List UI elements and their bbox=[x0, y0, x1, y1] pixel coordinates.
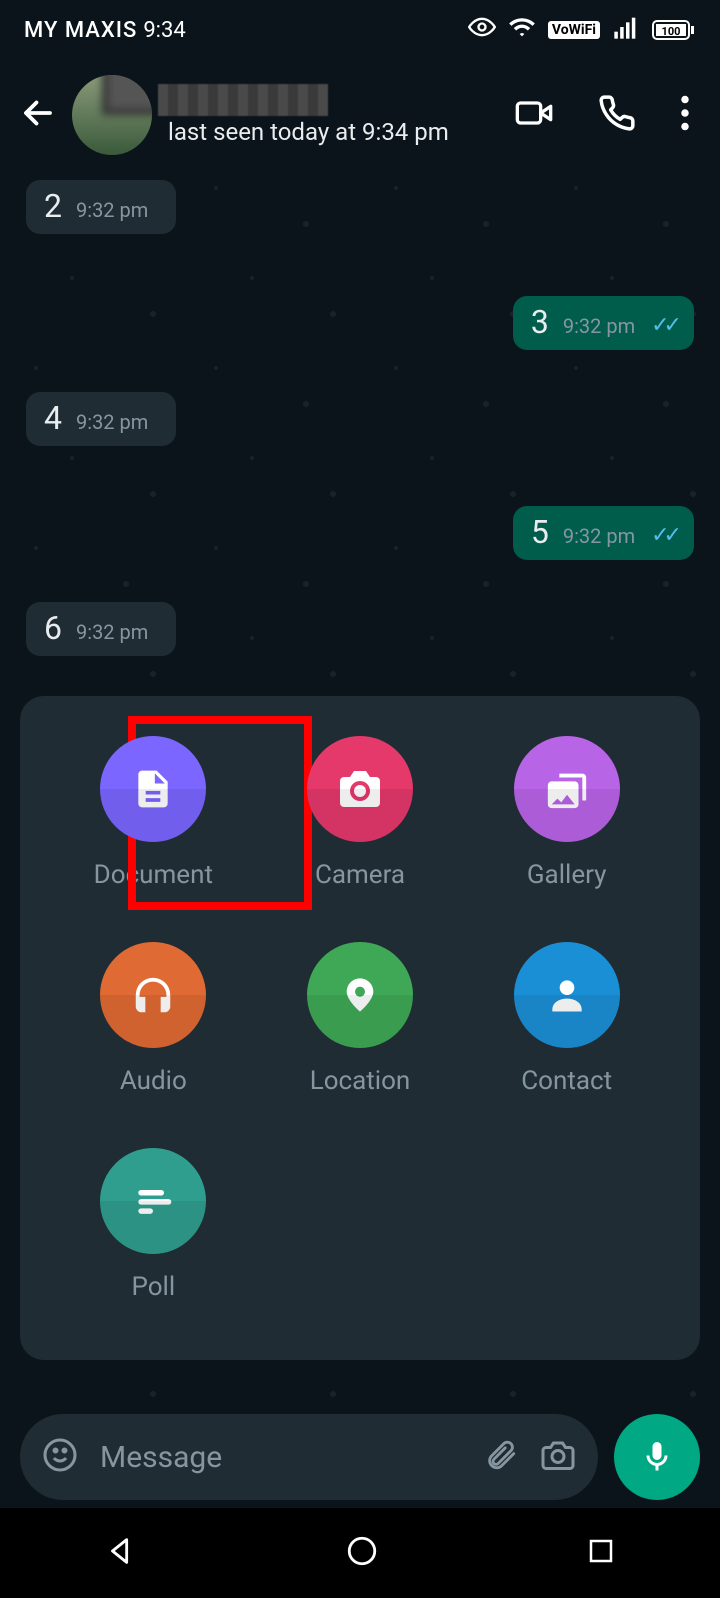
svg-text:100: 100 bbox=[662, 25, 681, 38]
message-row[interactable]: 4 9:32 pm bbox=[0, 388, 720, 450]
poll-icon bbox=[100, 1148, 206, 1254]
android-nav-bar bbox=[0, 1508, 720, 1598]
audio-icon bbox=[100, 942, 206, 1048]
message-time: 9:32 pm bbox=[76, 620, 148, 644]
attach-poll[interactable]: Poll bbox=[50, 1148, 257, 1302]
attach-label: Gallery bbox=[527, 860, 607, 890]
read-receipt-icon: ✓✓ bbox=[651, 523, 676, 548]
message-time: 9:32 pm bbox=[76, 410, 148, 434]
video-call-button[interactable] bbox=[514, 93, 554, 137]
status-time: 9:34 bbox=[143, 18, 185, 43]
contact-name bbox=[158, 84, 328, 116]
message-time: 9:32 pm bbox=[563, 314, 635, 338]
attach-label: Contact bbox=[521, 1066, 612, 1096]
chat-area: 2 9:32 pm 3 9:32 pm ✓✓ 4 9:32 pm 5 9:32 … bbox=[0, 170, 720, 1410]
attach-contact[interactable]: Contact bbox=[463, 942, 670, 1096]
eye-icon bbox=[468, 13, 496, 47]
contact-avatar[interactable] bbox=[72, 75, 152, 155]
attach-label: Audio bbox=[120, 1066, 187, 1096]
message-placeholder: Message bbox=[100, 1440, 462, 1475]
message-text: 4 bbox=[44, 402, 62, 434]
document-icon bbox=[100, 736, 206, 842]
nav-home-button[interactable] bbox=[345, 1534, 379, 1572]
input-bar: Message bbox=[20, 1414, 700, 1500]
read-receipt-icon: ✓✓ bbox=[651, 313, 676, 338]
message-text: 3 bbox=[531, 306, 549, 338]
attach-label: Location bbox=[310, 1066, 411, 1096]
carrier-label: MY MAXIS bbox=[24, 18, 137, 43]
attach-icon[interactable] bbox=[484, 1438, 518, 1476]
attach-location[interactable]: Location bbox=[257, 942, 464, 1096]
location-icon bbox=[307, 942, 413, 1048]
message-input[interactable]: Message bbox=[20, 1414, 598, 1500]
attach-document[interactable]: Document bbox=[50, 736, 257, 890]
attach-gallery[interactable]: Gallery bbox=[463, 736, 670, 890]
message-time: 9:32 pm bbox=[563, 524, 635, 548]
attach-label: Poll bbox=[131, 1272, 175, 1302]
contact-info[interactable]: last seen today at 9:34 pm bbox=[168, 84, 498, 146]
vowifi-badge: VoWiFi bbox=[548, 21, 600, 39]
attach-label: Camera bbox=[315, 860, 405, 890]
message-row[interactable]: 5 9:32 pm ✓✓ bbox=[0, 502, 720, 564]
message-text: 5 bbox=[531, 516, 549, 548]
message-row[interactable]: 6 9:32 pm bbox=[0, 598, 720, 660]
attach-audio[interactable]: Audio bbox=[50, 942, 257, 1096]
nav-recent-button[interactable] bbox=[586, 1536, 616, 1570]
attach-label: Document bbox=[94, 860, 213, 890]
back-button[interactable] bbox=[20, 95, 56, 135]
message-text: 2 bbox=[44, 190, 62, 222]
camera-input-icon[interactable] bbox=[540, 1437, 576, 1477]
signal-icon bbox=[612, 13, 640, 47]
mic-button[interactable] bbox=[614, 1414, 700, 1500]
attachment-panel: Document Camera Gallery Audio Location bbox=[20, 696, 700, 1360]
last-seen-label: last seen today at 9:34 pm bbox=[168, 118, 498, 146]
chat-header: last seen today at 9:34 pm bbox=[0, 60, 720, 170]
status-bar: MY MAXIS 9:34 VoWiFi 100 bbox=[0, 0, 720, 60]
camera-icon bbox=[307, 736, 413, 842]
contact-icon bbox=[514, 942, 620, 1048]
message-row[interactable]: 2 9:32 pm bbox=[0, 176, 720, 238]
message-text: 6 bbox=[44, 612, 62, 644]
nav-back-button[interactable] bbox=[104, 1534, 138, 1572]
gallery-icon bbox=[514, 736, 620, 842]
voice-call-button[interactable] bbox=[598, 94, 636, 136]
wifi-icon bbox=[508, 13, 536, 47]
message-time: 9:32 pm bbox=[76, 198, 148, 222]
message-row[interactable]: 3 9:32 pm ✓✓ bbox=[0, 292, 720, 354]
more-options-button[interactable] bbox=[680, 95, 690, 135]
emoji-icon[interactable] bbox=[42, 1437, 78, 1477]
battery-icon: 100 bbox=[652, 18, 696, 42]
attach-camera[interactable]: Camera bbox=[257, 736, 464, 890]
